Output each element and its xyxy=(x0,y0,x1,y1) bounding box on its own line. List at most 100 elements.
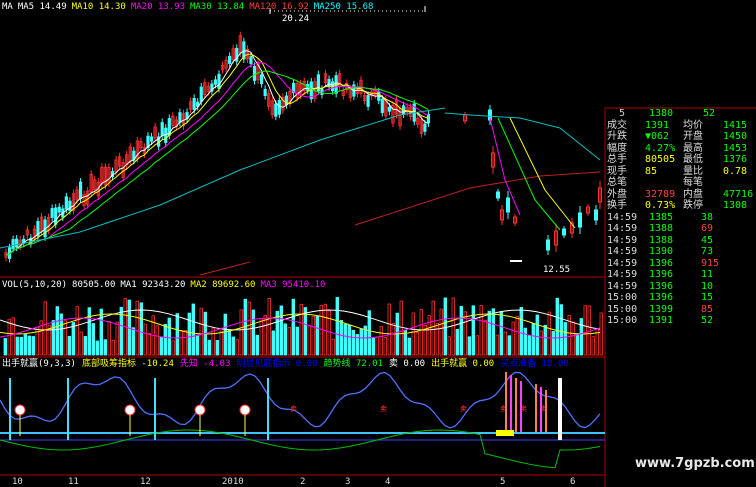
quote-label: 升跌 xyxy=(607,131,627,142)
volume-bar xyxy=(447,336,451,356)
vol-legend-item: MA3 95410.10 xyxy=(260,280,326,290)
quote-value: 1450 xyxy=(723,131,748,142)
date-tick: 4 xyxy=(385,477,391,487)
signal-text: 卖 xyxy=(460,405,467,413)
quote-value: 32789 xyxy=(645,188,676,200)
volume-bar xyxy=(251,309,255,356)
volume-bar xyxy=(483,319,487,356)
volume-bar xyxy=(555,297,559,356)
candle-body xyxy=(259,74,264,85)
volume-bar xyxy=(335,296,339,356)
quote-label: 总手 xyxy=(607,154,627,165)
volume-bar xyxy=(327,310,331,356)
vol-legend-item: MA2 89692.60 xyxy=(190,280,256,290)
tick-time: 14:59 xyxy=(607,269,638,280)
volume-bar xyxy=(287,326,291,356)
volume-bar xyxy=(519,307,523,356)
volume-bar xyxy=(427,315,431,356)
tick-volume: 15 xyxy=(701,292,714,303)
volume-bar xyxy=(575,333,579,356)
candle-body xyxy=(252,65,257,81)
candle-body xyxy=(387,106,392,112)
volume-bar xyxy=(219,330,223,356)
candle-body xyxy=(160,122,164,137)
volume-bar xyxy=(211,327,215,356)
price-low-label: 12.55 xyxy=(543,265,571,275)
tick-row: 14:59 1385 38 xyxy=(605,212,756,224)
volume-bar xyxy=(159,336,163,356)
volume-bars xyxy=(3,296,603,356)
ma-line xyxy=(5,50,429,256)
candle-body xyxy=(506,197,510,213)
date-tick: 2010 xyxy=(222,477,244,487)
quote-label: 内盘 xyxy=(683,188,703,200)
volume-bar xyxy=(171,340,175,356)
volume-bar xyxy=(471,305,475,356)
quote-label: 换手 xyxy=(607,200,627,211)
quote-label: 外盘 xyxy=(607,188,627,200)
volume-bar xyxy=(375,336,379,356)
tick-price: 1396 xyxy=(649,257,674,269)
candle-body xyxy=(327,78,331,88)
signal-face-icon xyxy=(14,404,26,416)
volume-bar xyxy=(27,335,31,356)
candle-body xyxy=(213,79,218,85)
volume-bar xyxy=(587,305,591,356)
tick-row: 14:59 1390 73 xyxy=(605,246,756,258)
volume-bar xyxy=(75,306,79,356)
tick-time: 14:59 xyxy=(607,246,638,257)
volume-bar xyxy=(503,331,507,356)
vol-legend-item: MA1 92343.20 xyxy=(120,280,186,290)
quote-value: ▼062 xyxy=(645,131,670,142)
volume-bar xyxy=(371,337,375,356)
quote-label: 幅度 xyxy=(607,142,627,154)
tick-time: 15:00 xyxy=(607,303,638,315)
volume-bar xyxy=(527,335,531,356)
ma-line xyxy=(5,53,429,256)
tick-time: 14:59 xyxy=(607,234,638,246)
ma120-line-right xyxy=(354,171,601,226)
candle-body xyxy=(57,206,61,213)
volume-bar xyxy=(87,307,91,356)
volume-bar xyxy=(187,312,191,356)
tick-price: 1391 xyxy=(649,315,674,326)
tick-time: 14:59 xyxy=(607,211,638,223)
tick-row: 14:59 1396 11 xyxy=(605,269,756,281)
ind-legend-item: 出手就赢(9,3,3) xyxy=(2,359,76,369)
volume-bar xyxy=(259,318,263,356)
quote-label: 成交 xyxy=(607,119,627,131)
moving-average-lines xyxy=(0,6,601,276)
candle-body xyxy=(50,208,54,218)
signal-column-white xyxy=(558,378,562,440)
vol-legend-item: 80505.00 xyxy=(72,280,116,290)
low-marker xyxy=(510,260,522,262)
candle-body xyxy=(263,88,267,96)
ma120-line xyxy=(199,261,251,276)
volume-bar xyxy=(443,297,447,356)
volume-bar xyxy=(23,334,27,356)
volume-bar xyxy=(339,319,343,356)
volume-bar xyxy=(379,326,383,356)
volume-bar xyxy=(507,335,511,356)
volume-bar xyxy=(223,313,227,356)
ma-legend-item: MA5 14.49 xyxy=(17,2,67,12)
volume-bar xyxy=(207,339,211,356)
indicator-legend: 出手就赢(9,3,3) 底部吸筹指标 -10.24 先知 -4.03 明显见底指示 0… xyxy=(2,359,575,369)
volume-bar xyxy=(111,339,115,356)
chart-overlays xyxy=(510,260,522,262)
quote-row: 升跌 ▼062 开盘 1450 xyxy=(605,131,756,143)
signal-column xyxy=(520,381,522,432)
tick-row: 15:00 1396 15 xyxy=(605,292,756,304)
volume-bar xyxy=(107,321,111,356)
candle-body xyxy=(380,98,384,113)
candle-body xyxy=(64,196,68,210)
volume-bar xyxy=(431,300,435,356)
candle-body xyxy=(228,55,232,64)
volume-bar xyxy=(271,330,275,356)
volume-bar xyxy=(135,300,139,356)
volume-bar xyxy=(195,334,199,356)
quote-value: 4.27% xyxy=(645,142,676,154)
tick-price: 1385 xyxy=(649,211,674,223)
quote-label: 均价 xyxy=(683,119,703,131)
signal-face-icon xyxy=(239,404,251,416)
